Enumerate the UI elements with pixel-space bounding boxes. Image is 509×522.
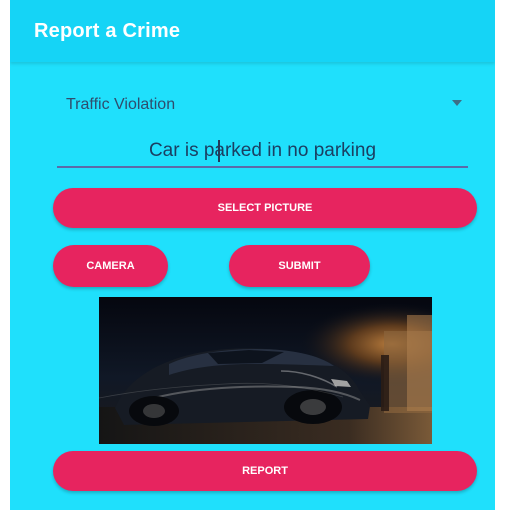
submit-button[interactable]: SUBMIT — [229, 245, 370, 287]
page-title: Report a Crime — [34, 20, 181, 42]
report-button[interactable]: REPORT — [53, 451, 477, 491]
description-input[interactable]: Car is parked in no parking — [57, 136, 468, 168]
selected-photo — [99, 297, 432, 444]
app-bar: Report a Crime — [10, 0, 495, 62]
text-cursor — [217, 140, 220, 162]
car-photo-image — [99, 297, 432, 444]
dropdown-arrow-icon — [452, 100, 462, 106]
camera-button[interactable]: CAMERA — [53, 245, 168, 287]
report-crime-screen: Report a Crime Traffic Violation Car is … — [10, 0, 495, 510]
description-text: Car is parked in no parking — [149, 136, 376, 166]
description-value: Car is parked in no parking — [148, 140, 377, 161]
crime-type-spinner[interactable]: Traffic Violation — [62, 92, 462, 122]
select-picture-button[interactable]: SELECT PICTURE — [53, 188, 477, 228]
crime-type-selected: Traffic Violation — [66, 96, 176, 113]
